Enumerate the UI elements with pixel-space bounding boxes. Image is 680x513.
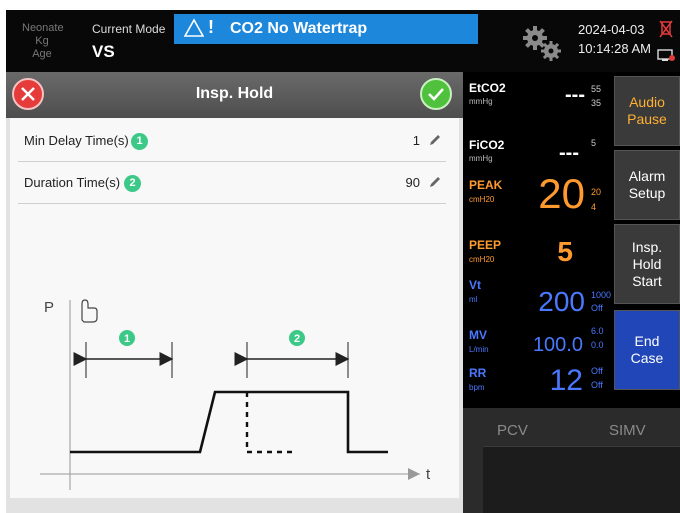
peak-low: 4: [591, 202, 597, 212]
insp-hold-line3: Start: [632, 272, 662, 289]
min-delay-label: Min Delay Time(s): [24, 133, 129, 148]
fico2-unit: mmHg: [469, 154, 493, 163]
time-display: 10:14:28 AM: [578, 41, 651, 56]
mode-tabs-area: PCV SIMV: [463, 408, 680, 513]
rr-unit: bpm: [469, 383, 485, 392]
pencil-icon[interactable]: [428, 175, 442, 189]
etco2-value[interactable]: ---: [529, 84, 585, 107]
min-delay-value[interactable]: 1: [413, 133, 420, 148]
peak-unit: cmH20: [469, 195, 495, 204]
peep-unit: cmH20: [469, 255, 495, 264]
t-axis-label: t: [426, 466, 431, 483]
peep-value[interactable]: 5: [533, 236, 573, 268]
alarm-banner[interactable]: ! CO2 No Watertrap: [174, 14, 478, 44]
alarm-message: CO2 No Watertrap: [230, 20, 368, 37]
vt-high: 1000: [591, 290, 612, 300]
duration-label: Duration Time(s): [24, 175, 121, 190]
etco2-unit: mmHg: [469, 97, 493, 106]
vt-low: Off: [591, 303, 603, 313]
current-mode-value[interactable]: VS: [92, 42, 115, 62]
warning-triangle-icon: [184, 18, 204, 37]
mv-low: 0.0: [591, 340, 604, 350]
date-display: 2024-04-03: [578, 22, 645, 37]
patient-age-label: Age: [32, 48, 52, 60]
patient-type[interactable]: Neonate: [22, 22, 64, 35]
insp-hold-dialog: Insp. Hold Min Delay Time(s) 1 1 Duratio…: [6, 72, 463, 513]
rr-low: Off: [591, 380, 603, 390]
alarm-off-icon: [659, 20, 673, 38]
alarm-setup-line1: Alarm: [628, 168, 666, 184]
audio-pause-button[interactable]: Audio Pause: [614, 76, 680, 146]
insp-hold-line2: Hold: [632, 255, 662, 272]
peak-value[interactable]: 20: [523, 170, 585, 218]
mv-name: MV: [469, 328, 487, 342]
peep-name: PEEP: [469, 238, 502, 252]
duration-value[interactable]: 90: [406, 175, 420, 190]
current-mode-label: Current Mode: [92, 22, 166, 36]
audio-pause-line2: Pause: [627, 111, 667, 127]
mv-value[interactable]: 100.0: [519, 334, 583, 357]
end-case-line2: Case: [630, 350, 664, 366]
mode-detail-area: [483, 446, 680, 513]
peak-name: PEAK: [469, 178, 503, 192]
fico2-value[interactable]: ---: [529, 142, 579, 165]
step-1-badge: 1: [131, 133, 148, 150]
insp-hold-timing-diagram: P t 1 2: [40, 299, 431, 490]
min-delay-row[interactable]: Min Delay Time(s) 1 1: [18, 122, 446, 162]
fico2-name: FiCO2: [469, 138, 505, 152]
vt-value[interactable]: 200: [523, 286, 585, 318]
insp-hold-line1: Insp.: [631, 238, 663, 255]
p-axis-label: P: [44, 299, 54, 316]
ventilator-screen: Neonate Kg Age Current Mode VS ! CO2 No …: [6, 10, 680, 513]
gear-icon[interactable]: [521, 24, 565, 64]
etco2-high: 55: [591, 84, 602, 94]
mode-tab-simv[interactable]: SIMV: [609, 422, 646, 439]
top-status-bar: Neonate Kg Age Current Mode VS ! CO2 No …: [6, 10, 680, 72]
alarm-setup-line2: Setup: [628, 185, 666, 201]
vt-name: Vt: [469, 278, 481, 292]
rr-high: Off: [591, 366, 603, 376]
alarm-setup-button[interactable]: Alarm Setup: [614, 150, 680, 220]
end-case-line1: End: [634, 333, 660, 349]
settings-area: Min Delay Time(s) 1 1 Duration Time(s) 2…: [10, 118, 459, 498]
confirm-button[interactable]: [420, 78, 452, 110]
vt-unit: ml: [469, 295, 478, 304]
step-2-badge: 2: [124, 175, 141, 192]
alarm-exclamation: !: [208, 17, 214, 37]
duration-row[interactable]: Duration Time(s) 2 90: [18, 164, 446, 204]
diagram-badge-2-text: 2: [294, 333, 300, 345]
pencil-icon[interactable]: [428, 133, 442, 147]
end-case-button[interactable]: End Case: [614, 310, 680, 390]
mv-high: 6.0: [591, 326, 604, 336]
hold-dashed-trace: [245, 392, 293, 454]
patient-weight-unit: Kg: [35, 35, 49, 47]
hand-pointer-icon: [81, 299, 98, 323]
etco2-name: EtCO2: [469, 81, 506, 95]
fico2-high: 5: [591, 138, 597, 148]
parameter-panel: EtCO2 mmHg --- 55 35 FiCO2 mmHg --- 5 PE…: [463, 72, 680, 513]
rr-name: RR: [469, 366, 487, 380]
etco2-low: 35: [591, 98, 602, 108]
dialog-header: Insp. Hold: [6, 72, 463, 118]
insp-hold-start-button[interactable]: Insp. Hold Start: [614, 224, 680, 304]
network-icon: [657, 49, 675, 61]
audio-pause-line1: Audio: [629, 94, 665, 110]
dialog-title: Insp. Hold: [195, 85, 274, 102]
mv-unit: L/min: [469, 345, 489, 354]
t-axis-arrow: [408, 468, 420, 480]
checkmark-icon: [428, 88, 444, 101]
mode-tab-pcv[interactable]: PCV: [497, 422, 528, 439]
pressure-trace: [70, 390, 388, 454]
diagram-badge-1-text: 1: [124, 333, 130, 345]
peak-high: 20: [591, 187, 602, 197]
rr-value[interactable]: 12: [533, 364, 583, 398]
